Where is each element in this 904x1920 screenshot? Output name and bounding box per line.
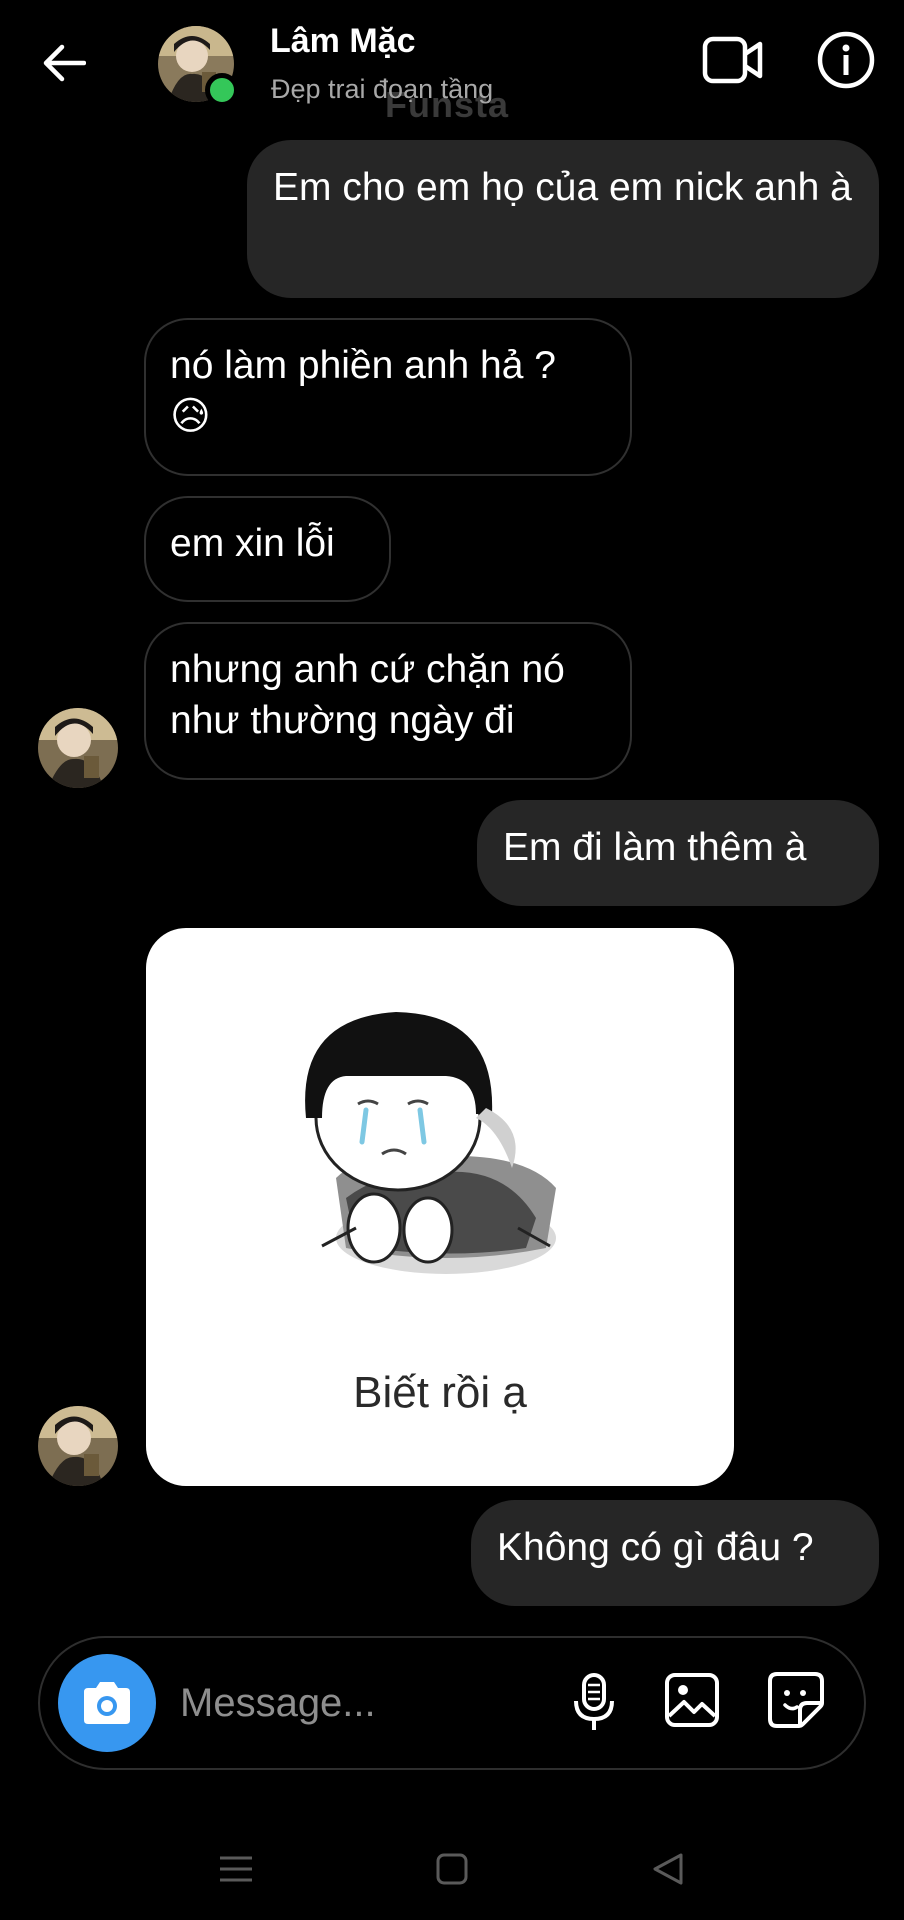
system-nav-bar <box>0 1820 904 1920</box>
back-nav-icon <box>653 1853 683 1885</box>
contact-status: Đẹp trai đoạn tầng <box>271 74 494 104</box>
message-text: em xin lỗi <box>170 522 335 565</box>
message-text: Em đi làm thêm à <box>503 826 807 869</box>
message-bubble-incoming[interactable]: nhưng anh cứ chặn nó như thường ngày đi <box>144 622 632 780</box>
online-indicator <box>205 73 239 107</box>
gallery-icon <box>665 1673 719 1727</box>
back-nav-button[interactable] <box>638 1844 698 1894</box>
message-input[interactable] <box>180 1673 540 1733</box>
sender-avatar[interactable] <box>38 1406 118 1486</box>
microphone-button[interactable] <box>564 1668 624 1738</box>
video-call-icon <box>702 36 763 84</box>
message-text: nó làm phiền anh hả ? 😥 <box>170 344 556 438</box>
chat-header: Lâm Mặc Funsta Đẹp trai đoạn tầng <box>0 0 904 130</box>
message-bubble-outgoing[interactable]: Không có gì đâu ? <box>471 1500 879 1606</box>
info-icon <box>817 31 875 89</box>
sticker-icon <box>768 1672 824 1728</box>
sticker-caption: Biết rồi ạ <box>353 1368 527 1417</box>
recents-icon <box>220 1856 252 1882</box>
gallery-button[interactable] <box>662 1670 722 1730</box>
home-button[interactable] <box>422 1844 482 1894</box>
message-text: Không có gì đâu ? <box>497 1526 814 1569</box>
message-bubble-incoming[interactable]: em xin lỗi <box>144 496 391 602</box>
message-bubble-incoming[interactable]: nó làm phiền anh hả ? 😥 <box>144 318 632 476</box>
video-call-button[interactable] <box>700 30 766 90</box>
camera-button[interactable] <box>58 1654 156 1752</box>
message-bubble-outgoing[interactable]: Em cho em họ của em nick anh à <box>247 140 879 298</box>
sender-avatar[interactable] <box>38 708 118 788</box>
message-text: nhưng anh cứ chặn nó như thường ngày đi <box>170 648 565 742</box>
sticker-button[interactable] <box>766 1670 826 1730</box>
home-icon <box>436 1853 468 1885</box>
message-bubble-outgoing[interactable]: Em đi làm thêm à <box>477 800 879 906</box>
camera-icon <box>84 1682 130 1724</box>
info-button[interactable] <box>816 30 876 90</box>
sticker-message[interactable]: Biết rồi ạ <box>146 928 734 1486</box>
back-button[interactable] <box>30 30 96 96</box>
message-composer <box>38 1636 866 1770</box>
recents-button[interactable] <box>206 1844 266 1894</box>
back-arrow-icon <box>43 44 86 82</box>
message-text: Em cho em họ của em nick anh à <box>273 166 852 209</box>
crying-girl-sticker <box>305 1012 556 1274</box>
contact-name[interactable]: Lâm Mặc <box>270 22 416 61</box>
microphone-icon <box>574 1673 614 1730</box>
